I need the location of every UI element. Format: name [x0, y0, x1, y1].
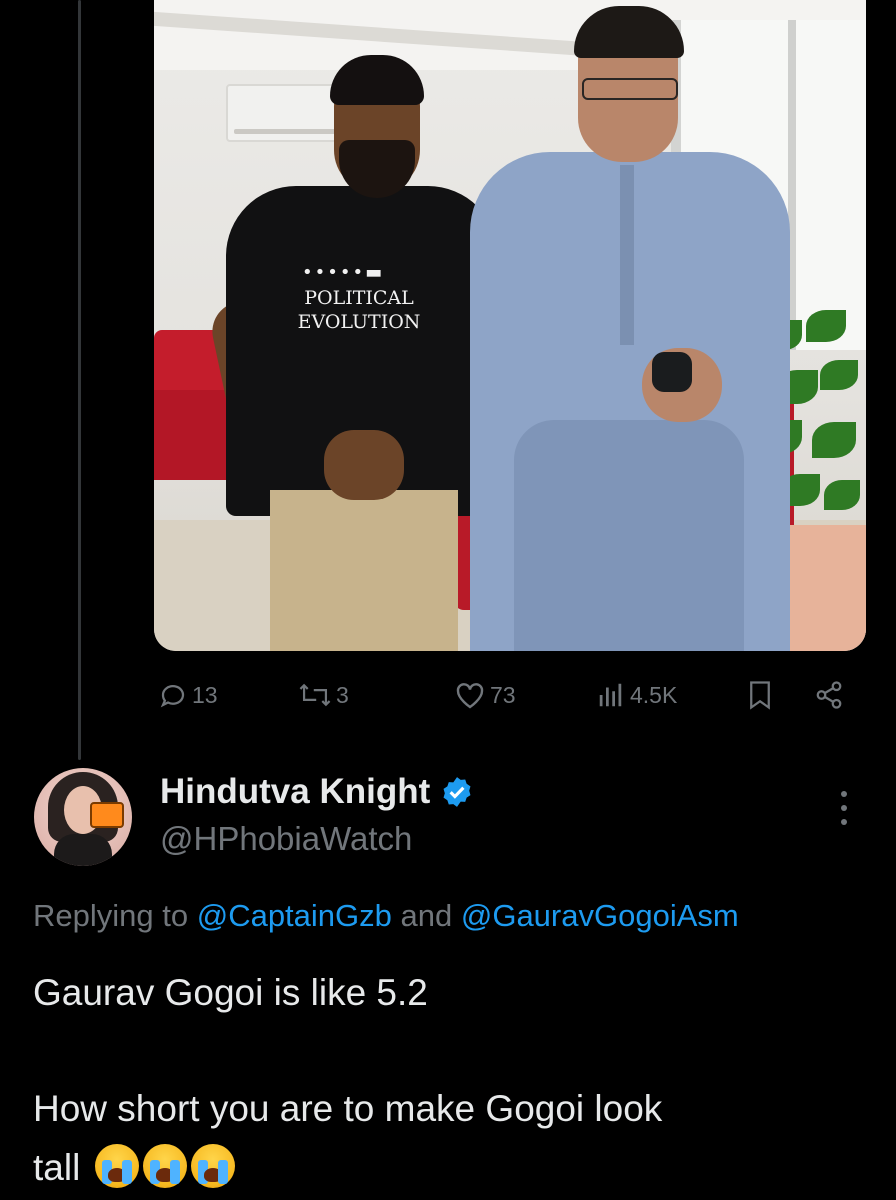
photo-person2-kurta-shade — [514, 420, 744, 651]
photo-person1-hands — [324, 430, 404, 500]
reply-action[interactable]: 13 — [158, 672, 218, 718]
photo-shirt-text: POLITICAL EVOLUTION — [284, 286, 434, 334]
bookmark-icon — [750, 681, 770, 710]
crying-face-emoji-icon — [142, 1144, 187, 1188]
photo-shirt-text-line1: POLITICAL — [304, 287, 414, 309]
bookmark-action[interactable] — [746, 672, 774, 718]
photo-ac-grill — [234, 129, 338, 134]
repost-icon — [299, 683, 331, 707]
views-chart-icon — [599, 683, 622, 707]
photo-person1-pants — [270, 490, 458, 651]
author-display-name[interactable]: Hindutva Knight — [160, 772, 430, 812]
author-row: Hindutva Knight — [160, 772, 474, 812]
author-handle[interactable]: @HPhobiaWatch — [160, 820, 412, 858]
tweet-photo[interactable]: •••••▬ POLITICAL EVOLUTION — [154, 0, 866, 651]
tweet-action-bar: 13 3 73 4.5K — [158, 672, 858, 718]
repost-count: 3 — [336, 681, 349, 708]
share-action[interactable] — [814, 672, 844, 718]
photo-person2-placket — [620, 165, 634, 345]
replying-to-prefix: Replying to — [33, 898, 197, 933]
emoji-group — [91, 1144, 235, 1188]
like-action[interactable]: 73 — [454, 672, 516, 718]
views-action[interactable]: 4.5K — [596, 672, 677, 718]
reply-count: 13 — [192, 681, 218, 708]
tweet-text-line-3: tall — [33, 1144, 235, 1189]
replying-to-and: and — [391, 898, 461, 933]
views-count: 4.5K — [630, 681, 678, 708]
crying-face-emoji-icon — [94, 1144, 139, 1188]
like-count: 73 — [490, 681, 516, 708]
tweet-text-line-2: How short you are to make Gogoi look — [33, 1088, 663, 1129]
photo-person2-phone — [652, 352, 692, 392]
avatar-body — [54, 834, 112, 866]
heart-icon — [456, 683, 484, 709]
thread-connector-line — [78, 0, 81, 760]
repost-action[interactable]: 3 — [298, 672, 349, 718]
tweet-text-line-1: Gaurav Gogoi is like 5.2 — [33, 972, 428, 1013]
verified-badge-icon — [443, 777, 471, 807]
crying-face-emoji-icon — [190, 1144, 235, 1188]
photo-shirt-evolution-graphic: •••••▬ — [302, 262, 385, 283]
replying-to-line: Replying to @CaptainGzb and @GauravGogoi… — [33, 898, 739, 934]
photo-person2-glasses — [582, 78, 678, 100]
more-options-icon[interactable] — [832, 786, 856, 830]
mention-link-2[interactable]: @GauravGogoiAsm — [461, 898, 739, 933]
reply-icon — [160, 685, 185, 708]
photo-shirt-text-line2: EVOLUTION — [297, 311, 421, 333]
mention-link-1[interactable]: @CaptainGzb — [197, 898, 392, 933]
avatar-flag — [90, 802, 124, 828]
tweet-text-line-3-word: tall — [33, 1147, 81, 1188]
avatar[interactable] — [34, 768, 132, 866]
share-icon — [816, 681, 842, 709]
